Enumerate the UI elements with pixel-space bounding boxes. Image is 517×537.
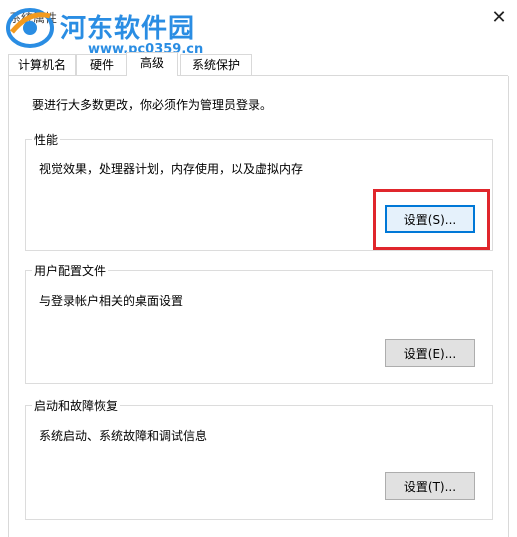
user-profiles-description: 与登录帐户相关的桌面设置 bbox=[39, 294, 184, 308]
watermark-site-name: 河东软件园 bbox=[60, 14, 196, 44]
startup-recovery-group: 启动和故障恢复 系统启动、系统故障和调试信息 bbox=[25, 397, 493, 520]
admin-notice: 要进行大多数更改，你必须作为管理员登录。 bbox=[32, 98, 273, 112]
performance-description: 视觉效果，处理器计划，内存使用，以及虚拟内存 bbox=[39, 162, 304, 176]
tab-system-protection[interactable]: 系统保护 bbox=[180, 54, 252, 75]
startup-recovery-description: 系统启动、系统故障和调试信息 bbox=[39, 429, 208, 443]
tab-hardware[interactable]: 硬件 bbox=[76, 54, 128, 75]
watermark-logo-icon bbox=[6, 8, 54, 48]
tab-advanced[interactable]: 高级 bbox=[126, 52, 178, 76]
tab-strip: 计算机名 硬件 高级 系统保护 bbox=[8, 52, 508, 76]
highlight-annotation-box bbox=[373, 189, 490, 250]
performance-group-title: 性能 bbox=[32, 131, 61, 148]
startup-recovery-group-title: 启动和故障恢复 bbox=[32, 397, 121, 414]
user-profiles-settings-button[interactable]: 设置(E)... bbox=[385, 339, 475, 367]
startup-recovery-settings-button[interactable]: 设置(T)... bbox=[385, 472, 475, 500]
user-profiles-group-title: 用户配置文件 bbox=[32, 262, 109, 279]
tab-computer-name[interactable]: 计算机名 bbox=[8, 54, 76, 75]
close-icon[interactable]: ✕ bbox=[489, 8, 509, 28]
